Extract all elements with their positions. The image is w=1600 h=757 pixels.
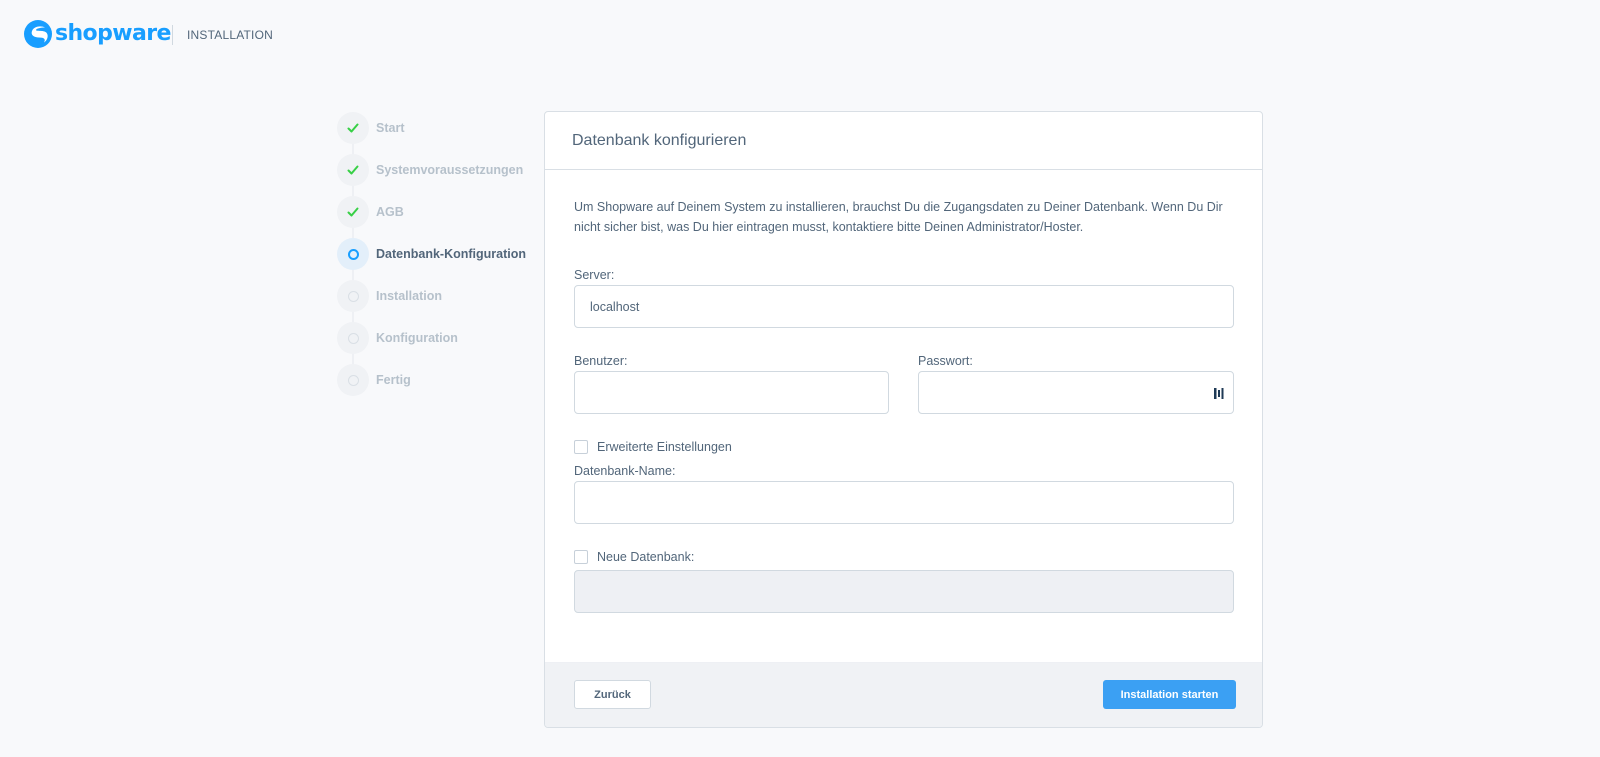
database-config-card: Datenbank konfigurieren Um Shopware auf … (544, 111, 1263, 728)
advanced-settings-checkbox[interactable] (574, 440, 588, 454)
step-circle (337, 112, 369, 144)
checkmark-icon (347, 207, 359, 217)
step-label: AGB (376, 205, 404, 219)
new-database-checkbox[interactable] (574, 550, 588, 564)
header: shopware INSTALLATION (0, 0, 1600, 70)
step-circle (337, 196, 369, 228)
step-label: Start (376, 121, 405, 135)
advanced-settings-row[interactable]: Erweiterte Einstellungen (574, 440, 732, 454)
card-header: Datenbank konfigurieren (545, 112, 1262, 170)
step-circle (337, 364, 369, 396)
pending-step-ring-icon (347, 290, 359, 302)
header-divider (172, 25, 173, 45)
server-input-value: localhost (590, 299, 640, 314)
step-circle (337, 154, 369, 186)
step-label: Systemvoraussetzungen (376, 163, 524, 177)
password-manager-icon[interactable] (1213, 387, 1225, 400)
server-input[interactable]: localhost (574, 285, 1234, 328)
pending-step-ring-icon (347, 374, 359, 386)
step-circle (337, 238, 369, 270)
card-title: Datenbank konfigurieren (572, 131, 747, 149)
step-fertig: Fertig (337, 364, 411, 396)
step-circle (337, 280, 369, 312)
brand-name: shopware (55, 21, 171, 46)
header-section-label: INSTALLATION (187, 28, 273, 42)
new-database-row[interactable]: Neue Datenbank: (574, 550, 694, 564)
password-label: Passwort: (918, 354, 973, 368)
user-input[interactable] (574, 371, 889, 414)
card-footer: Zurück Installation starten (545, 662, 1262, 727)
checkmark-icon (347, 123, 359, 133)
password-input[interactable] (918, 371, 1234, 414)
step-label: Konfiguration (376, 331, 458, 345)
shopware-logo-icon (24, 20, 52, 48)
step-agb: AGB (337, 196, 404, 228)
step-label: Datenbank-Konfiguration (376, 247, 526, 261)
new-database-input (574, 570, 1234, 613)
intro-text: Um Shopware auf Deinem System zu install… (574, 200, 1223, 234)
step-label: Installation (376, 289, 442, 303)
new-database-label[interactable]: Neue Datenbank: (597, 550, 694, 564)
step-systemvoraussetzungen: Systemvoraussetzungen (337, 154, 523, 186)
user-label: Benutzer: (574, 354, 628, 368)
dbname-label: Datenbank-Name: (574, 464, 676, 478)
advanced-settings-label[interactable]: Erweiterte Einstellungen (597, 440, 732, 454)
back-button[interactable]: Zurück (574, 680, 651, 709)
server-label: Server: (574, 268, 615, 282)
start-installation-button[interactable]: Installation starten (1103, 680, 1236, 709)
step-installation: Installation (337, 280, 442, 312)
step-konfiguration: Konfiguration (337, 322, 458, 354)
step-label: Fertig (376, 373, 411, 387)
pending-step-ring-icon (347, 332, 359, 344)
checkmark-icon (347, 165, 359, 175)
step-datenbank-konfiguration: Datenbank-Konfiguration (337, 238, 526, 270)
dbname-input[interactable] (574, 481, 1234, 524)
shopware-logo[interactable]: shopware (23, 19, 171, 49)
current-step-ring-icon (347, 248, 359, 260)
step-circle (337, 322, 369, 354)
step-start: Start (337, 112, 404, 144)
